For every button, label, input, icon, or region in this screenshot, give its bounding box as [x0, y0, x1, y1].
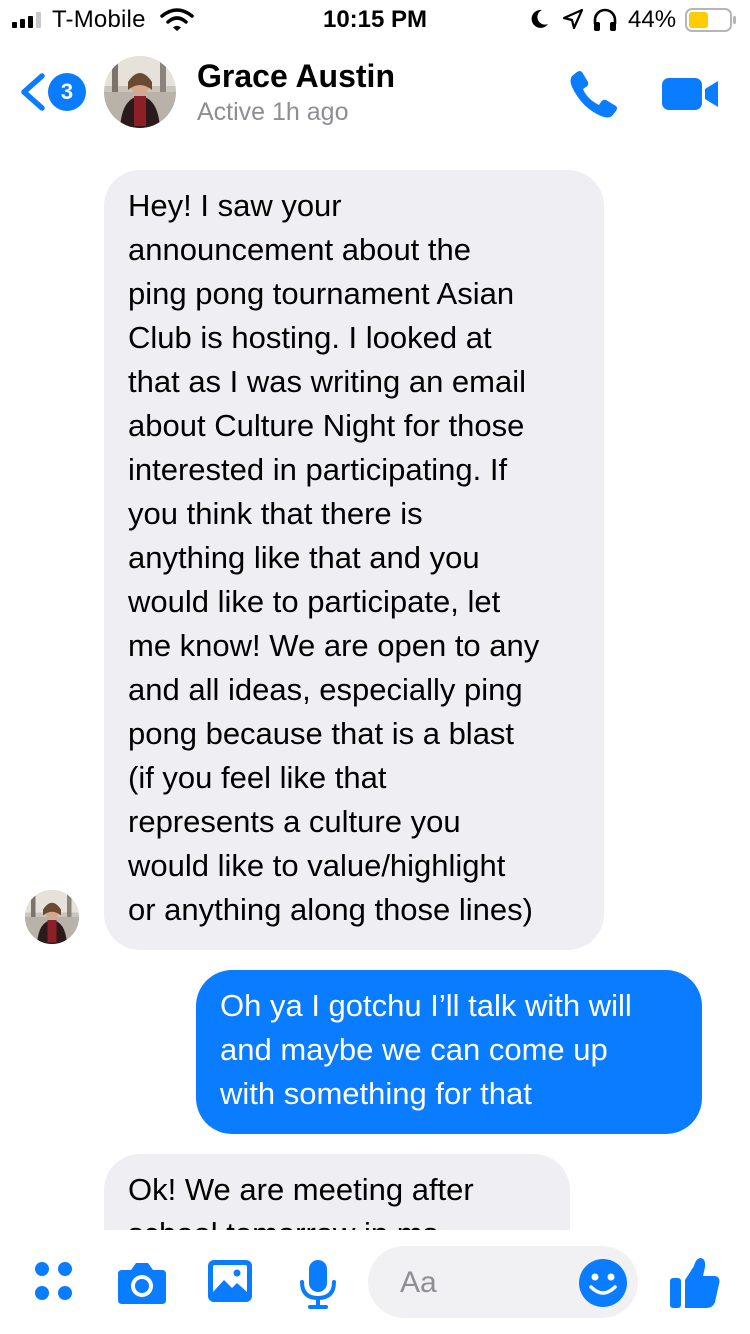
back-button[interactable]: 3: [18, 70, 86, 114]
thumbs-up-icon[interactable]: [668, 1254, 722, 1310]
headphones-icon: [593, 8, 617, 31]
contact-avatar[interactable]: [104, 56, 176, 128]
battery-percent: 44%: [628, 6, 677, 33]
message-thread[interactable]: Hey! I saw your announcement about the p…: [0, 140, 750, 1230]
location-arrow-icon: [562, 8, 584, 30]
apps-grid-icon[interactable]: [32, 1258, 76, 1304]
unread-count-badge: 3: [48, 73, 86, 111]
avatar-photo: [25, 890, 79, 944]
status-bar: T-Mobile 10:15 PM 44%: [0, 0, 750, 40]
outgoing-message-bubble[interactable]: Oh ya I gotchu I’ll talk with will and m…: [196, 970, 702, 1134]
moon-icon: [531, 9, 548, 28]
image-icon[interactable]: [206, 1258, 254, 1304]
camera-icon[interactable]: [116, 1258, 168, 1306]
contact-active-status: Active 1h ago: [197, 98, 349, 126]
conversation-header: 3 Grace Austin Active 1h ago: [0, 40, 750, 140]
sender-avatar[interactable]: [25, 890, 79, 944]
phone-icon[interactable]: [568, 68, 620, 120]
incoming-message-bubble[interactable]: Hey! I saw your announcement about the p…: [104, 170, 604, 950]
avatar-photo: [104, 56, 176, 128]
back-chevron-icon: [21, 73, 45, 111]
message-input-placeholder: Aa: [400, 1266, 437, 1299]
emoji-icon[interactable]: [578, 1258, 628, 1308]
battery-icon: [685, 8, 736, 32]
contact-name[interactable]: Grace Austin: [197, 58, 395, 95]
incoming-message-bubble[interactable]: Ok! We are meeting after school tomorrow…: [104, 1154, 570, 1230]
video-camera-icon[interactable]: [660, 74, 720, 114]
message-composer: Aa: [0, 1230, 750, 1334]
microphone-icon[interactable]: [298, 1258, 338, 1310]
